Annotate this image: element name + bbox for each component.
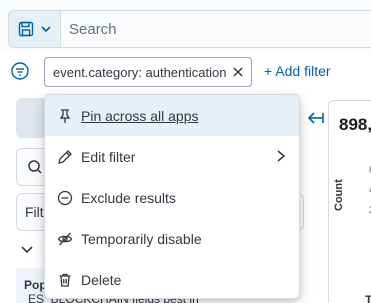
popular-partial: Pop	[24, 278, 46, 292]
menu-item-edit[interactable]: Edit filter	[45, 136, 299, 177]
menu-item-label: Edit filter	[81, 148, 136, 165]
bottom-partial: T	[365, 293, 371, 303]
menu-item-pin[interactable]: Pin across all apps	[45, 95, 299, 136]
field-filter-partial: Filt	[25, 204, 44, 220]
search-placeholder: Search	[69, 20, 117, 38]
hits-count: 898,	[339, 115, 371, 134]
saved-query-button[interactable]	[8, 10, 60, 48]
field-search-input[interactable]	[16, 148, 46, 186]
menu-item-delete[interactable]: Delete	[45, 259, 299, 298]
search-input[interactable]: Search	[60, 10, 371, 48]
trash-icon	[59, 273, 71, 287]
field-filter-input[interactable]: Filt	[16, 193, 46, 231]
chevron-right-icon	[277, 150, 286, 162]
filter-menu-icon[interactable]	[10, 61, 30, 81]
filter-pill-label: event.category: authentication	[53, 64, 227, 80]
chevron-down-icon[interactable]	[20, 242, 34, 256]
histogram-card: 898, 6 4 2 Count T	[328, 100, 371, 303]
menu-item-disable[interactable]: Temporarily disable	[45, 218, 299, 259]
search-icon	[28, 160, 42, 174]
filter-pill[interactable]: event.category: authentication	[44, 57, 252, 87]
query-bar: Search	[0, 0, 371, 52]
menu-item-label: Pin across all apps	[81, 107, 199, 124]
chevron-down-icon	[40, 26, 51, 33]
menu-item-label: Delete	[81, 271, 122, 288]
save-icon	[18, 21, 33, 37]
minus-circle-icon	[57, 190, 73, 205]
filter-bar: event.category: authentication + Add fil…	[0, 52, 371, 92]
add-filter-button[interactable]: + Add filter	[264, 63, 331, 79]
menu-item-exclude[interactable]: Exclude results	[45, 177, 299, 218]
pin-icon	[59, 108, 71, 123]
collapse-arrow-icon[interactable]	[308, 111, 324, 125]
y-axis-label: Count	[333, 179, 345, 211]
eye-slash-icon	[57, 232, 73, 245]
menu-item-label: Exclude results	[81, 189, 176, 206]
menu-item-label: Temporarily disable	[81, 230, 202, 247]
pencil-icon	[58, 149, 72, 164]
filter-context-menu: Pin across all apps Edit filter Exclude …	[44, 94, 300, 299]
close-icon[interactable]	[231, 65, 245, 79]
